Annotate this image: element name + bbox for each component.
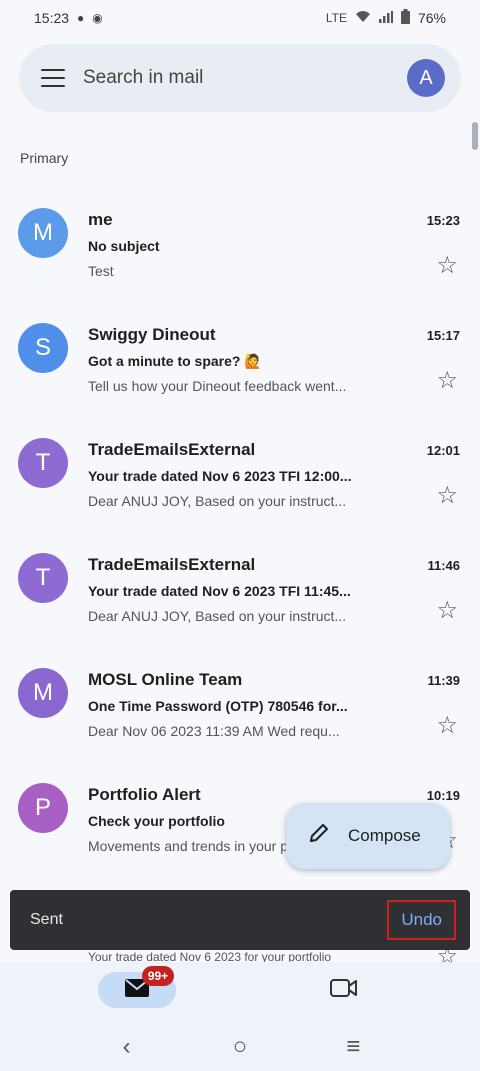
mail-snippet-partial: Your trade dated Nov 6 2023 for your por… [88, 950, 332, 962]
scrollbar-thumb[interactable] [472, 122, 478, 150]
mail-subject: One Time Password (OTP) 780546 for... [88, 698, 348, 714]
mail-sender: MOSL Online Team [88, 670, 243, 689]
mail-time: 11:39 [427, 673, 460, 688]
compose-button[interactable]: Compose [286, 803, 450, 869]
mail-snippet: Dear ANUJ JOY, Based on your instruct... [88, 493, 347, 509]
chat-notification-icon: ● [77, 11, 85, 25]
sender-avatar[interactable]: M [18, 668, 68, 718]
mail-sender: TradeEmailsExternal [88, 555, 256, 574]
nav-meet-tab[interactable] [326, 976, 362, 1004]
mail-subject: Your trade dated Nov 6 2023 TFI 12:00... [88, 468, 352, 484]
mail-subject: Got a minute to spare? 🙋 [88, 353, 262, 369]
sender-avatar[interactable]: M [18, 208, 68, 258]
mail-sender: Portfolio Alert [88, 785, 201, 804]
home-icon[interactable]: ○ [220, 1033, 260, 1061]
mail-time: 11:46 [427, 558, 460, 573]
mail-time: 15:17 [426, 328, 460, 343]
star-icon[interactable]: ☆ [436, 484, 458, 508]
unread-badge: 99+ [142, 966, 174, 986]
signal-icon [378, 10, 393, 26]
volte-icon: LTE [325, 11, 347, 25]
mail-list: M me 15:23 No subject Test ☆ S Swiggy Di… [0, 192, 480, 882]
account-avatar[interactable]: A [407, 59, 445, 97]
star-icon[interactable]: ☆ [436, 714, 458, 738]
search-input[interactable]: Search in mail [83, 67, 407, 89]
hamburger-menu-icon[interactable] [41, 69, 65, 87]
mail-list-item[interactable]: S Swiggy Dineout 15:17 Got a minute to s… [0, 307, 480, 422]
undo-button[interactable]: Undo [387, 900, 456, 940]
bottom-navigation: 99+ [0, 962, 480, 1022]
mail-sender: me [88, 210, 113, 229]
video-camera-icon [330, 978, 358, 1003]
status-time: 15:23 [34, 10, 70, 26]
mail-list-item[interactable]: T TradeEmailsExternal 11:46 Your trade d… [0, 537, 480, 652]
star-icon[interactable]: ☆ [436, 599, 458, 623]
sender-avatar[interactable]: S [18, 323, 68, 373]
mail-list-item[interactable]: M MOSL Online Team 11:39 One Time Passwo… [0, 652, 480, 767]
sender-avatar[interactable]: T [18, 553, 68, 603]
back-icon[interactable]: ‹ [107, 1033, 147, 1061]
mail-time: 12:01 [426, 443, 460, 458]
compose-label: Compose [348, 826, 421, 845]
wifi-icon [355, 10, 371, 26]
whatsapp-notification-icon: ◉ [92, 11, 103, 25]
snackbar: Sent Undo [10, 890, 470, 950]
star-icon[interactable]: ☆ [436, 369, 458, 393]
mail-subject: Your trade dated Nov 6 2023 TFI 11:45... [88, 583, 351, 599]
mail-time: 15:23 [426, 213, 460, 228]
section-label-primary: Primary [20, 150, 69, 166]
mail-snippet: Test [88, 263, 114, 279]
battery-level: 76% [417, 10, 446, 26]
snackbar-message: Sent [30, 911, 63, 928]
status-right: LTE 76% [326, 9, 446, 27]
pencil-icon [308, 822, 330, 850]
battery-icon [400, 9, 410, 27]
system-navigation-bar: ‹ ○ ≡ [0, 1022, 480, 1071]
star-icon[interactable]: ☆ [436, 254, 458, 278]
status-bar: 15:23 ● ◉ LTE 76% [0, 0, 480, 36]
mail-snippet: Dear Nov 06 2023 11:39 AM Wed requ... [88, 723, 340, 739]
mail-sender: TradeEmailsExternal [88, 440, 256, 459]
sender-avatar[interactable]: P [18, 783, 68, 833]
mail-snippet: Dear ANUJ JOY, Based on your instruct... [88, 608, 347, 624]
search-bar[interactable]: Search in mail A [19, 44, 461, 112]
mail-snippet: Tell us how your Dineout feedback went..… [88, 378, 347, 394]
mail-time: 10:19 [426, 788, 460, 803]
mail-list-item[interactable]: M me 15:23 No subject Test ☆ [0, 192, 480, 307]
status-left: 15:23 ● ◉ [34, 10, 103, 26]
mail-subject: No subject [88, 238, 160, 254]
mail-list-item[interactable]: T TradeEmailsExternal 12:01 Your trade d… [0, 422, 480, 537]
sender-avatar[interactable]: T [18, 438, 68, 488]
recent-apps-icon[interactable]: ≡ [333, 1033, 373, 1061]
mail-sender: Swiggy Dineout [88, 325, 216, 344]
